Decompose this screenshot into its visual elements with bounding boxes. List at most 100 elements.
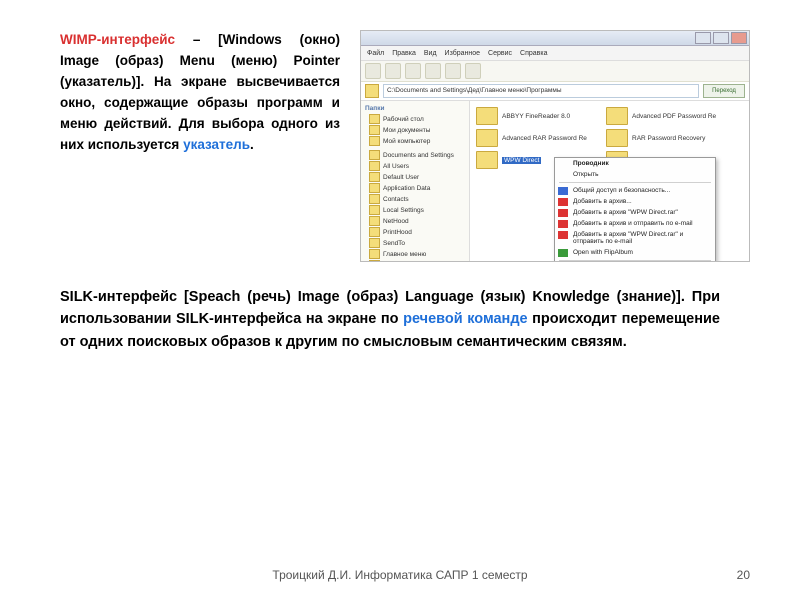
- page-number: 20: [737, 568, 750, 582]
- tree-item-label: Default User: [383, 174, 419, 181]
- footer-text: Троицкий Д.И. Информатика САПР 1 семестр: [0, 568, 800, 582]
- tree-item-label: Documents and Settings: [383, 152, 454, 159]
- file-item[interactable]: Advanced PDF Password Re: [606, 107, 726, 125]
- context-menu-item[interactable]: Добавить в архив "WPW Direct.rar" и отпр…: [555, 229, 715, 247]
- tree-item-label: Рабочий стол: [383, 116, 424, 123]
- address-path[interactable]: C:\Documents and Settings\Дед\Главное ме…: [383, 84, 699, 98]
- menubar: Файл Правка Вид Избранное Сервис Справка: [361, 46, 749, 61]
- search-icon[interactable]: [425, 63, 441, 79]
- views-icon[interactable]: [465, 63, 481, 79]
- context-menu-item[interactable]: Open with FlipAlbum: [555, 247, 715, 258]
- tree-item-label: Contacts: [383, 196, 409, 203]
- wimp-title: WIMP-интерфейс: [60, 32, 175, 47]
- context-menu-label: Добавить в архив "WPW Direct.rar": [573, 209, 678, 216]
- folder-tree[interactable]: Папки Рабочий стол Мои документыМой компью…: [361, 101, 470, 262]
- folder-icon: [369, 216, 380, 226]
- tree-item-label: WINDOWS: [383, 262, 416, 263]
- tree-item[interactable]: WINDOWS: [369, 260, 465, 262]
- wimp-paragraph: WIMP-интерфейс – [Windows (окно) Image (…: [60, 30, 340, 156]
- go-button[interactable]: Переход: [703, 84, 745, 98]
- tree-item-label: All Users: [383, 163, 409, 170]
- folders-icon[interactable]: [445, 63, 461, 79]
- wimp-pointer-word: указатель: [183, 137, 250, 152]
- context-menu-item[interactable]: Добавить в архив "WPW Direct.rar": [555, 207, 715, 218]
- context-menu-item[interactable]: Добавить в архив...: [555, 196, 715, 207]
- file-item[interactable]: Advanced RAR Password Re: [476, 129, 596, 147]
- menu-item[interactable]: Правка: [392, 50, 416, 57]
- slide: WIMP-интерфейс – [Windows (окно) Image (…: [0, 0, 800, 600]
- folder-icon: [369, 238, 380, 248]
- context-menu-item[interactable]: Общий доступ и безопасность...: [555, 185, 715, 196]
- tree-item[interactable]: Local Settings: [369, 205, 465, 215]
- folder-icon: [369, 183, 380, 193]
- file-item-label: WPW Direct: [502, 157, 541, 164]
- context-menu-item[interactable]: Проводник: [555, 158, 715, 169]
- tree-item[interactable]: Мой компьютер: [369, 136, 465, 146]
- context-menu-label: Добавить в архив "WPW Direct.rar" и отпр…: [573, 231, 683, 245]
- address-bar: C:\Documents and Settings\Дед\Главное ме…: [361, 82, 749, 101]
- tree-group-title: Папки: [365, 105, 465, 112]
- menu-item[interactable]: Вид: [424, 50, 437, 57]
- tree-item[interactable]: All Users: [369, 161, 465, 171]
- folder-icon: [369, 194, 380, 204]
- menu-separator: [559, 260, 711, 261]
- tree-item[interactable]: NetHood: [369, 216, 465, 226]
- folder-icon: [369, 260, 380, 262]
- silk-paragraph: SILK-интерфейс [Speach (речь) Image (обр…: [60, 286, 720, 353]
- menu-item[interactable]: Справка: [520, 50, 547, 57]
- folder-icon: [606, 129, 628, 147]
- tree-item[interactable]: Documents and Settings: [369, 150, 465, 160]
- folder-icon: [369, 150, 380, 160]
- tree-item[interactable]: SendTo: [369, 238, 465, 248]
- red-icon: [558, 198, 568, 206]
- folder-icon: [369, 172, 380, 182]
- folder-icon: [365, 84, 379, 98]
- tree-item-label: Главное меню: [383, 251, 426, 258]
- tree-item[interactable]: PrintHood: [369, 227, 465, 237]
- back-icon[interactable]: [365, 63, 381, 79]
- folder-icon: [369, 161, 380, 171]
- close-button[interactable]: [731, 32, 747, 44]
- tree-item[interactable]: Главное меню: [369, 249, 465, 259]
- toolbar: [361, 61, 749, 82]
- context-menu[interactable]: Проводник Открыть Общий доступ и безопасно…: [554, 157, 716, 262]
- folder-icon: [369, 114, 380, 124]
- tree-item[interactable]: Contacts: [369, 194, 465, 204]
- tree-item[interactable]: Рабочий стол: [369, 114, 465, 124]
- file-item-label: ABBYY FineReader 8.0: [502, 113, 570, 120]
- context-menu-label: Open with FlipAlbum: [573, 249, 633, 256]
- file-item[interactable]: ABBYY FineReader 8.0: [476, 107, 596, 125]
- tree-item-label: Application Data: [383, 185, 430, 192]
- tree-item[interactable]: Application Data: [369, 183, 465, 193]
- explorer-screenshot: Файл Правка Вид Избранное Сервис Справка C:\D…: [360, 30, 750, 262]
- forward-icon[interactable]: [385, 63, 401, 79]
- folder-icon: [369, 125, 380, 135]
- explorer-body: Папки Рабочий стол Мои документыМой компью…: [361, 101, 749, 262]
- tree-item[interactable]: Default User: [369, 172, 465, 182]
- folder-icon: [476, 151, 498, 169]
- menu-item[interactable]: Избранное: [445, 50, 480, 57]
- file-pane[interactable]: ABBYY FineReader 8.0 Advanced PDF Passwor…: [470, 101, 749, 262]
- red-icon: [558, 220, 568, 228]
- context-menu-item[interactable]: Открыть: [555, 169, 715, 180]
- red-icon: [558, 209, 568, 217]
- file-item-label: Advanced PDF Password Re: [632, 113, 716, 120]
- tree-item-label: PrintHood: [383, 229, 412, 236]
- menu-item[interactable]: Файл: [367, 50, 384, 57]
- top-row: WIMP-интерфейс – [Windows (окно) Image (…: [60, 30, 750, 262]
- tree-item-label: NetHood: [383, 218, 409, 225]
- context-menu-item[interactable]: Добавить в архив и отправить по e-mail: [555, 218, 715, 229]
- green-icon: [558, 249, 568, 257]
- wimp-body-2: .: [250, 137, 254, 152]
- tree-item-label: Local Settings: [383, 207, 424, 214]
- context-menu-label: Открыть: [573, 171, 599, 178]
- context-menu-label: Добавить в архив...: [573, 198, 632, 205]
- maximize-button[interactable]: [713, 32, 729, 44]
- file-item[interactable]: RAR Password Recovery: [606, 129, 726, 147]
- folder-icon: [369, 227, 380, 237]
- up-icon[interactable]: [405, 63, 421, 79]
- minimize-button[interactable]: [695, 32, 711, 44]
- tree-item[interactable]: Мои документы: [369, 125, 465, 135]
- menu-item[interactable]: Сервис: [488, 50, 512, 57]
- tree-item-label: SendTo: [383, 240, 405, 247]
